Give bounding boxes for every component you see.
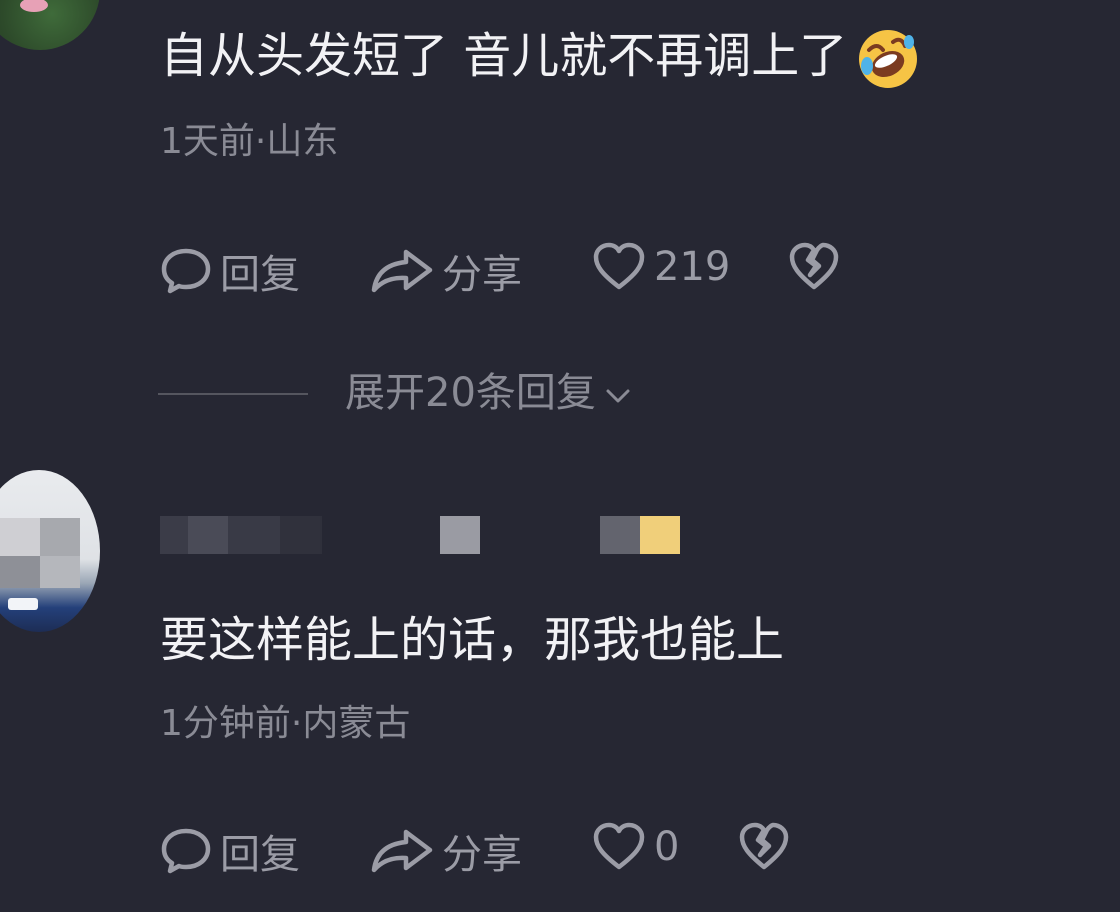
comment-body: 自从头发短了 音儿就不再调上了 xyxy=(160,28,848,84)
like-count: 0 xyxy=(654,824,680,870)
avatar[interactable] xyxy=(0,0,100,50)
heart-icon xyxy=(592,242,646,292)
comment-bubble-icon xyxy=(160,826,212,876)
reply-button[interactable]: 回复 xyxy=(160,242,300,300)
comment-meta: 1分钟前·内蒙古 xyxy=(160,703,411,744)
reply-button[interactable]: 回复 xyxy=(160,822,300,880)
comment-text: 自从头发短了 音儿就不再调上了 xyxy=(160,26,919,90)
divider xyxy=(158,393,308,395)
broken-heart-icon xyxy=(788,242,840,292)
broken-heart-icon xyxy=(738,822,790,872)
avatar[interactable] xyxy=(0,470,100,632)
share-label: 分享 xyxy=(442,832,522,878)
reply-label: 回复 xyxy=(220,832,300,878)
comment-meta: 1天前·山东 xyxy=(160,121,339,162)
like-button[interactable]: 0 xyxy=(592,822,679,872)
comment-bubble-icon xyxy=(160,246,212,296)
share-button[interactable]: 分享 xyxy=(370,242,522,300)
dislike-button[interactable] xyxy=(788,242,840,292)
comment-body: 要这样能上的话，那我也能上 xyxy=(160,612,785,668)
reply-label: 回复 xyxy=(220,252,300,298)
like-button[interactable]: 219 xyxy=(592,242,730,292)
avatar-image xyxy=(20,0,48,12)
share-label: 分享 xyxy=(442,252,522,298)
dislike-button[interactable] xyxy=(738,822,790,872)
username[interactable] xyxy=(160,510,680,558)
rofl-emoji-icon xyxy=(857,28,919,90)
chevron-down-icon xyxy=(604,368,632,418)
share-button[interactable]: 分享 xyxy=(370,822,522,880)
expand-replies-button[interactable]: 展开20条回复 xyxy=(345,368,632,418)
share-arrow-icon xyxy=(370,246,434,296)
heart-icon xyxy=(592,822,646,872)
like-count: 219 xyxy=(654,244,731,290)
share-arrow-icon xyxy=(370,826,434,876)
expand-replies-label: 展开20条回复 xyxy=(345,370,596,416)
